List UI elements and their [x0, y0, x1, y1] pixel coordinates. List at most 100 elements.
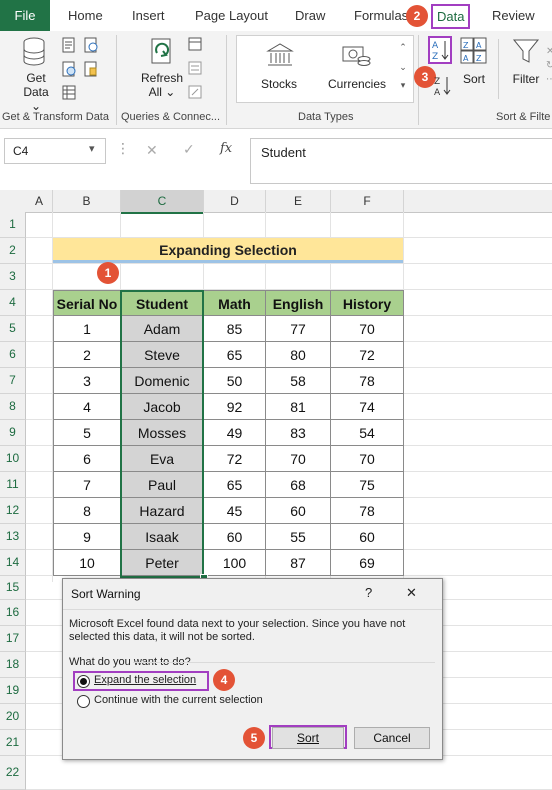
help-icon[interactable]: ? — [365, 585, 372, 600]
sort-button[interactable]: Sort — [272, 727, 344, 749]
cancel-entry-icon[interactable]: ✕ — [146, 142, 158, 159]
table-cell[interactable]: 58 — [266, 368, 331, 394]
table-cell[interactable]: 68 — [266, 472, 331, 498]
student-cell[interactable]: Paul — [121, 472, 204, 498]
row-header[interactable]: 9 — [0, 420, 26, 446]
row-header[interactable]: 8 — [0, 394, 26, 420]
cancel-button[interactable]: Cancel — [354, 727, 430, 749]
table-cell[interactable]: 85 — [204, 316, 266, 342]
column-header-f[interactable]: F — [331, 190, 404, 213]
table-cell[interactable]: 72 — [331, 342, 404, 368]
tab-page-layout[interactable]: Page Layout — [195, 0, 268, 31]
student-cell[interactable]: Adam — [121, 316, 204, 342]
row-header[interactable]: 13 — [0, 524, 26, 550]
table-cell[interactable]: 9 — [53, 524, 121, 550]
table-cell[interactable]: 70 — [331, 316, 404, 342]
tab-draw[interactable]: Draw — [295, 0, 325, 31]
table-cell[interactable]: 54 — [331, 420, 404, 446]
student-cell[interactable]: Peter — [121, 550, 204, 576]
recent-sources-icon[interactable] — [84, 37, 98, 53]
row-header[interactable]: 18 — [0, 652, 26, 678]
queries-connections-icon[interactable] — [188, 37, 202, 51]
row-header[interactable]: 11 — [0, 472, 26, 498]
table-cell[interactable]: 8 — [53, 498, 121, 524]
scroll-down-icon[interactable]: ⌄ — [397, 57, 409, 77]
row-header[interactable]: 15 — [0, 576, 26, 600]
table-cell[interactable]: 77 — [266, 316, 331, 342]
table-cell[interactable]: 75 — [331, 472, 404, 498]
student-cell[interactable]: Mosses — [121, 420, 204, 446]
table-cell[interactable]: 70 — [266, 446, 331, 472]
from-text-icon[interactable] — [62, 37, 76, 53]
select-all-corner[interactable] — [0, 190, 27, 213]
table-cell[interactable]: 80 — [266, 342, 331, 368]
row-header[interactable]: 6 — [0, 342, 26, 368]
row-header[interactable]: 20 — [0, 704, 26, 730]
table-cell[interactable]: 55 — [266, 524, 331, 550]
from-table-icon[interactable] — [62, 85, 76, 101]
table-cell[interactable]: 65 — [204, 342, 266, 368]
tab-file[interactable]: File — [0, 0, 50, 31]
student-cell[interactable]: Jacob — [121, 394, 204, 420]
table-header-cell[interactable]: History — [331, 290, 404, 316]
stocks-button[interactable]: Stocks — [252, 77, 306, 91]
get-data-button[interactable]: Get Data ⌄ — [18, 71, 54, 113]
sort-z-to-a-button[interactable]: ZA — [432, 75, 454, 98]
table-header-cell[interactable]: Math — [204, 290, 266, 316]
close-icon[interactable]: ✕ — [406, 585, 417, 601]
column-header-b[interactable]: B — [53, 190, 121, 213]
properties-icon[interactable] — [188, 61, 202, 75]
clear-reapply-icons[interactable]: ✕ ↻ ⋯ — [546, 45, 552, 95]
row-header[interactable]: 2 — [0, 238, 26, 264]
row-header[interactable]: 14 — [0, 550, 26, 576]
table-cell[interactable]: 2 — [53, 342, 121, 368]
name-box[interactable]: C4 ▾ — [4, 138, 106, 164]
row-header[interactable]: 5 — [0, 316, 26, 342]
column-header-a[interactable]: A — [26, 190, 53, 213]
table-cell[interactable]: 49 — [204, 420, 266, 446]
table-cell[interactable]: 78 — [331, 368, 404, 394]
table-cell[interactable]: 1 — [53, 316, 121, 342]
row-header[interactable]: 1 — [0, 212, 26, 238]
from-web-icon[interactable] — [62, 61, 76, 77]
table-cell[interactable]: 60 — [204, 524, 266, 550]
currencies-button[interactable]: Currencies — [322, 77, 392, 91]
table-cell[interactable]: 6 — [53, 446, 121, 472]
table-cell[interactable]: 5 — [53, 420, 121, 446]
sheet-title[interactable]: Expanding Selection — [53, 238, 403, 263]
formula-input[interactable]: Student — [250, 138, 552, 184]
tab-insert[interactable]: Insert — [132, 0, 165, 31]
table-cell[interactable]: 69 — [331, 550, 404, 576]
table-cell[interactable]: 74 — [331, 394, 404, 420]
column-header-e[interactable]: E — [266, 190, 331, 213]
row-header[interactable]: 10 — [0, 446, 26, 472]
table-cell[interactable]: 4 — [53, 394, 121, 420]
table-cell[interactable]: 78 — [331, 498, 404, 524]
confirm-entry-icon[interactable]: ✓ — [183, 141, 195, 158]
table-cell[interactable]: 100 — [204, 550, 266, 576]
table-cell[interactable]: 65 — [204, 472, 266, 498]
scroll-up-icon[interactable]: ⌃ — [397, 37, 409, 57]
existing-connections-icon[interactable] — [84, 61, 98, 77]
table-cell[interactable]: 10 — [53, 550, 121, 576]
chevron-down-icon[interactable]: ▾ — [89, 142, 95, 155]
sort-a-to-z-button[interactable]: AZ — [428, 36, 452, 64]
table-cell[interactable]: 3 — [53, 368, 121, 394]
table-cell[interactable]: 83 — [266, 420, 331, 446]
gallery-scroll[interactable]: ⌃ ⌄ ▾ — [397, 37, 409, 97]
sort-button-ribbon[interactable]: Sort — [456, 72, 492, 86]
column-header-d[interactable]: D — [204, 190, 266, 213]
row-header[interactable]: 3 — [0, 264, 26, 290]
tab-data[interactable]: Data — [431, 4, 471, 29]
more-icon[interactable]: ▾ — [397, 77, 409, 93]
column-header-c[interactable]: C — [121, 190, 204, 214]
row-header[interactable]: 17 — [0, 626, 26, 652]
row-header[interactable]: 12 — [0, 498, 26, 524]
row-header[interactable]: 21 — [0, 730, 26, 756]
table-cell[interactable]: 7 — [53, 472, 121, 498]
row-header[interactable]: 7 — [0, 368, 26, 394]
table-cell[interactable]: 70 — [331, 446, 404, 472]
insert-function-icon[interactable]: fx — [220, 141, 232, 156]
table-cell[interactable]: 92 — [204, 394, 266, 420]
filter-button[interactable]: Filter — [504, 72, 548, 86]
